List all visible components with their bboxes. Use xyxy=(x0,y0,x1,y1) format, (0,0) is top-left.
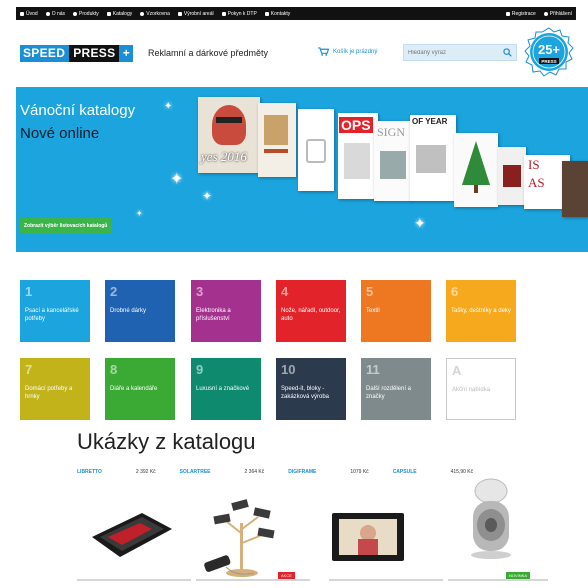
star-decoration: ✦ xyxy=(414,215,426,231)
product-price: 2 392 Kč xyxy=(135,469,156,475)
product-divider xyxy=(196,579,310,581)
home-icon xyxy=(20,11,24,16)
cover-ops-text: OPS xyxy=(339,117,373,133)
product-price: 2 364 Kč xyxy=(244,469,265,475)
cover-is-text: IS xyxy=(528,157,540,172)
cover-year-text: OF YEAR xyxy=(412,117,448,126)
star-decoration: ✦ xyxy=(202,189,213,203)
top-nav-bar: Úvod O nás Produkty Katalogy Vzorkovna V… xyxy=(16,7,576,20)
cover-sign-text: SIGN xyxy=(377,125,406,139)
product-name-link[interactable]: LIBRETTO xyxy=(77,469,102,475)
star-decoration: ✦ xyxy=(164,101,173,112)
cart-icon xyxy=(318,47,329,56)
new-badge: NOVINKA xyxy=(506,572,531,579)
category-tile[interactable]: 11 Další rozdělení a značky xyxy=(361,358,431,420)
nav-link-contacts[interactable]: Kontakty xyxy=(264,11,290,17)
cover-as-text: AS xyxy=(528,175,545,190)
star-decoration: ✦ xyxy=(338,183,346,193)
category-tile[interactable]: 7 Domácí potřeby a hrnky xyxy=(20,358,90,420)
category-tile[interactable]: 3 Elektronika a příslušenství xyxy=(191,280,261,342)
search-box xyxy=(403,44,517,61)
search-input[interactable] xyxy=(408,49,500,56)
product-name-link[interactable]: CAPSULE xyxy=(393,469,417,475)
product-price: 415,90 Kč xyxy=(450,469,474,475)
category-tile[interactable]: 9 Luxusní a značkové xyxy=(191,358,261,420)
nav-link-dtp[interactable]: Pokyn k DTP xyxy=(221,11,257,17)
logo-speed: SPEED xyxy=(20,45,70,62)
catalog-cover xyxy=(454,133,498,207)
category-tile[interactable]: 6 Tašky, deštníky a deky xyxy=(446,280,516,342)
special-offer-tile[interactable]: A Akční nabídka xyxy=(446,358,516,420)
product-image-solartree[interactable] xyxy=(196,493,286,583)
product-image-libretto[interactable] xyxy=(86,503,176,563)
speedpress-logo[interactable]: SPEED PRESS + xyxy=(20,45,134,62)
catalog-cover: SIGN xyxy=(374,121,412,201)
show-catalogs-button[interactable]: Zobrazit výběr listovacích katalogů xyxy=(20,218,112,233)
product-divider xyxy=(77,579,191,581)
register-icon xyxy=(505,11,510,16)
catalog-samples-section: Ukázky z katalogu LIBRETTO 2 392 Kč SOLA… xyxy=(16,421,588,588)
print-icon xyxy=(221,11,226,16)
site-tagline: Reklamní a dárkové předměty xyxy=(148,48,269,58)
top-nav-links: Úvod O nás Produkty Katalogy Vzorkovna V… xyxy=(20,11,290,17)
banner-title: Vánoční katalogy xyxy=(20,102,136,119)
nav-link-production[interactable]: Výrobní areál xyxy=(177,11,214,17)
badge-number: 25+ xyxy=(538,42,560,57)
product-price: 1079 Kč xyxy=(350,469,369,475)
nav-link-catalogs[interactable]: Katalogy xyxy=(106,11,132,17)
catalog-cover xyxy=(498,147,526,205)
login-link[interactable]: Přihlášení xyxy=(543,11,572,17)
catalog-cover xyxy=(298,109,334,191)
cover-yes-text: yes 2016 xyxy=(201,149,247,164)
eye-icon xyxy=(140,11,145,16)
nav-link-showroom[interactable]: Vzorkovna xyxy=(140,11,170,17)
register-link[interactable]: Registrace xyxy=(505,11,536,17)
catalog-cover: yes 2016 xyxy=(198,97,260,173)
product-image-digiframe[interactable] xyxy=(328,509,408,569)
category-tile[interactable]: 5 Textil xyxy=(361,280,431,342)
samples-title: Ukázky z katalogu xyxy=(77,429,256,454)
category-tile[interactable]: 8 Diáře a kalendáře xyxy=(105,358,175,420)
nav-link-products[interactable]: Produkty xyxy=(73,11,99,17)
search-icon[interactable] xyxy=(503,48,512,57)
product-name-link[interactable]: SOLARTREE xyxy=(180,469,211,475)
info-icon xyxy=(45,11,50,16)
page: Úvod O nás Produkty Katalogy Vzorkovna V… xyxy=(0,0,588,588)
mail-icon xyxy=(264,11,269,16)
product-divider xyxy=(329,579,443,581)
anniversary-badge: 25+ PRESS xyxy=(524,27,574,77)
cart-status: Košík je prázdný xyxy=(333,48,378,55)
catalog-cover xyxy=(562,161,588,217)
nav-link-home[interactable]: Úvod xyxy=(20,11,38,17)
user-icon xyxy=(543,11,548,16)
product-name-link[interactable]: DIGIFRAME xyxy=(288,469,316,475)
logo-press: PRESS xyxy=(69,45,120,62)
banner-subtitle: Nové online xyxy=(20,125,100,142)
product-header-row: LIBRETTO 2 392 Kč SOLARTREE 2 364 Kč DIG… xyxy=(77,467,588,477)
nav-link-about[interactable]: O nás xyxy=(45,11,65,17)
logo-plus: + xyxy=(119,45,134,62)
products-icon xyxy=(73,11,78,16)
category-tile[interactable]: 10 Speed-it, bloky - zakázková výroba xyxy=(276,358,346,420)
catalog-cover xyxy=(258,103,296,177)
product-image-capsule[interactable] xyxy=(461,477,521,567)
star-decoration: ✦ xyxy=(170,171,184,188)
hero-banner[interactable]: Vánoční katalogy Nové online yes 2016 OP… xyxy=(16,87,588,252)
sale-badge: AKCE xyxy=(278,572,295,579)
product-divider xyxy=(448,579,548,581)
category-tile[interactable]: 4 Nože, nářadí, outdoor, auto xyxy=(276,280,346,342)
catalog-cover: OF YEAR xyxy=(410,115,456,201)
factory-icon xyxy=(177,11,182,16)
account-links: Registrace Přihlášení xyxy=(505,11,572,17)
cart-link[interactable]: Košík je prázdný xyxy=(318,47,377,56)
badge-brand: PRESS xyxy=(541,59,556,64)
catalog-covers: yes 2016 OPS SIGN OF YEAR IS AS xyxy=(198,97,588,237)
category-tile[interactable]: 1 Psací a kancelářské potřeby xyxy=(20,280,90,342)
book-icon xyxy=(106,11,111,16)
category-tile[interactable]: 2 Drobné dárky xyxy=(105,280,175,342)
star-decoration: ✦ xyxy=(136,209,143,218)
